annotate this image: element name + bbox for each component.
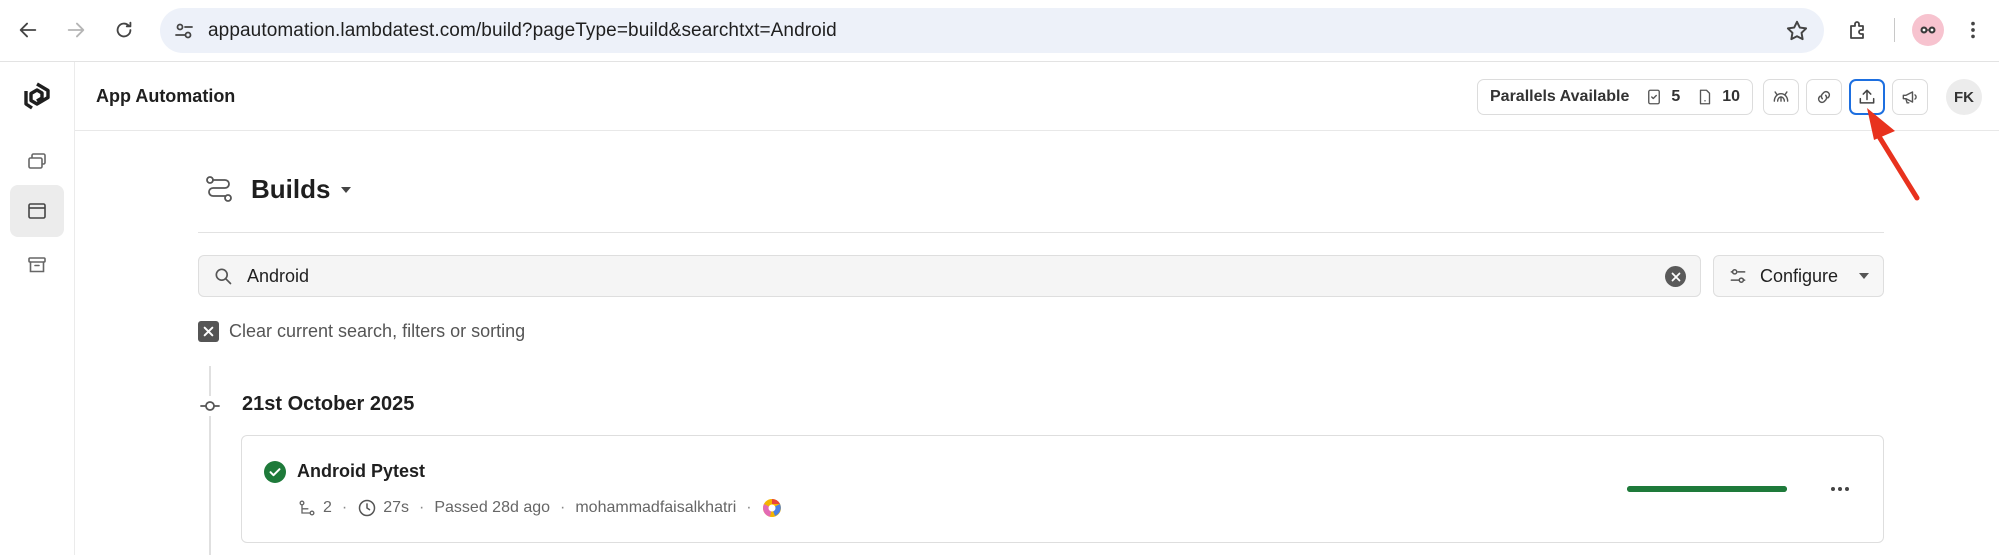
build-actions-button[interactable] [1827, 476, 1853, 502]
build-duration: 27s [383, 499, 410, 516]
browser-toolbar: appautomation.lambdatest.com/build?pageT… [0, 0, 1999, 62]
meta-separator: · [341, 499, 348, 516]
sidebar-item-builds[interactable] [10, 185, 64, 237]
window-icon [28, 203, 46, 219]
configure-button[interactable]: Configure [1713, 255, 1884, 297]
arrow-left-icon [19, 22, 37, 38]
sidebar-item-archive[interactable] [10, 239, 64, 291]
configure-label: Configure [1760, 265, 1839, 286]
build-test-count: 2 [323, 499, 332, 516]
arrow-right-icon [67, 22, 85, 38]
more-horizontal-icon [1831, 487, 1849, 491]
share-link-button[interactable] [1806, 79, 1842, 115]
clipboard-check-icon [1648, 89, 1661, 105]
close-icon [203, 326, 214, 337]
builds-route-icon [206, 176, 232, 202]
meta-separator: · [419, 499, 425, 516]
toolbar-separator [1894, 18, 1895, 42]
test-branch-icon [299, 500, 315, 516]
profile-glasses-icon [1920, 26, 1936, 34]
chevron-down-icon [1859, 273, 1870, 279]
app-header: App Automation Parallels Available 5 10 … [75, 62, 1999, 131]
sidebar [0, 62, 75, 555]
puzzle-icon [1850, 21, 1864, 39]
commit-node-icon [200, 401, 220, 411]
meta-separator: · [560, 499, 566, 516]
passed-check-icon [264, 461, 286, 483]
build-progress-bar [1627, 486, 1787, 492]
sidebar-item-sessions[interactable] [10, 135, 64, 187]
link-icon [1817, 90, 1831, 104]
bookmark-star-icon[interactable] [1784, 18, 1810, 44]
lambdatest-logo-icon[interactable] [20, 80, 54, 114]
build-card[interactable]: Android Pytest 2 · 27s · Passed 28d ago … [241, 435, 1884, 543]
tunnel-button[interactable] [1763, 79, 1799, 115]
device-file-icon [1700, 89, 1711, 105]
reload-button[interactable] [106, 12, 142, 48]
back-button[interactable] [10, 12, 46, 48]
build-name[interactable]: Android Pytest [297, 461, 425, 482]
build-progress-fill [1627, 486, 1787, 492]
archive-box-icon [28, 257, 46, 273]
build-user: mohammadfaisalkhatri [575, 499, 737, 516]
forward-button[interactable] [58, 12, 94, 48]
parallels-available[interactable]: Parallels Available 5 10 [1477, 79, 1754, 115]
timeline-date: 21st October 2025 [242, 393, 415, 415]
site-info-icon[interactable] [172, 19, 196, 43]
profile-avatar[interactable] [1912, 14, 1944, 46]
build-meta: 2 · 27s · Passed 28d ago · mohammadfaisa… [297, 498, 788, 518]
url-text[interactable]: appautomation.lambdatest.com/build?pageT… [208, 20, 837, 42]
tunnel-signal-icon [1773, 91, 1789, 102]
parallels-label: Parallels Available [1490, 88, 1630, 105]
app-title: App Automation [96, 86, 236, 106]
clock-icon [358, 499, 376, 517]
parallels-count-automation: 5 [1671, 88, 1681, 105]
build-status-text: Passed 28d ago [434, 499, 551, 516]
extensions-button[interactable] [1840, 12, 1876, 48]
browser-logo-icon [762, 499, 781, 517]
section-divider [198, 232, 1884, 233]
chevron-down-icon[interactable] [340, 186, 352, 194]
close-icon [1671, 272, 1680, 281]
browser-menu-button[interactable] [1955, 12, 1991, 48]
search-bar[interactable] [198, 255, 1701, 297]
parallels-count-devices: 10 [1722, 88, 1741, 105]
annotation-arrow-icon [1867, 108, 1920, 201]
search-input[interactable] [247, 266, 1627, 287]
search-icon [215, 268, 232, 285]
clear-filters-label: Clear current search, filters or sorting [229, 321, 526, 341]
page-title[interactable]: Builds [251, 174, 330, 205]
address-bar[interactable]: appautomation.lambdatest.com/build?pageT… [160, 8, 1824, 53]
sliders-icon [1730, 269, 1746, 283]
reload-icon [116, 21, 132, 38]
timeline-node [200, 396, 220, 416]
stacked-windows-icon [28, 153, 46, 169]
clear-filters-icon [198, 321, 219, 342]
timeline-line [209, 366, 211, 555]
clear-search-button[interactable] [1665, 266, 1686, 287]
clear-filters-link[interactable]: Clear current search, filters or sorting [198, 321, 525, 342]
user-avatar[interactable]: FK [1946, 79, 1982, 115]
more-vertical-icon [1971, 21, 1975, 39]
meta-separator: · [746, 499, 752, 516]
